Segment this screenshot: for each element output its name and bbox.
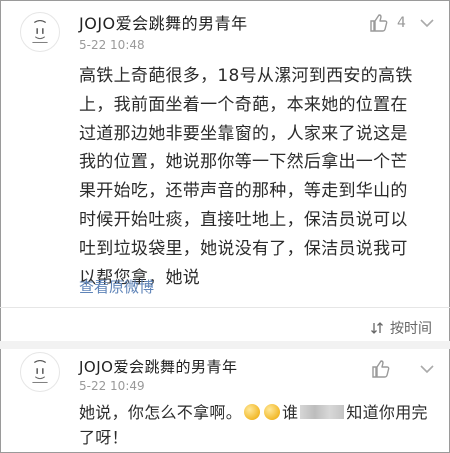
view-original-link[interactable]: 查看原微博 <box>79 276 154 297</box>
thumbs-up-icon <box>372 360 390 378</box>
comment-line: 高铁上奇葩很多，18号从漯河到西安的高铁 <box>79 66 413 86</box>
comment-body: 高铁上奇葩很多，18号从漯河到西安的高铁 上，我前面坐着一个奇葩，本来她的位置在… <box>79 62 439 292</box>
reply-like-button[interactable] <box>371 358 399 380</box>
reply-line: 了呀！ <box>79 428 128 447</box>
comment-line: 时候开始吐痰，直接吐地上，保洁员说可以 <box>79 209 408 230</box>
comment-line: 吐到垃圾袋里，她说没有了，保洁员说我可 <box>79 238 408 259</box>
reply-line: 她说，你怎么不拿啊。 谁 知道你用完 <box>79 400 439 425</box>
reply-text-part: 她说，你怎么不拿啊。 <box>79 403 243 422</box>
reply-body: 她说，你怎么不拿啊。 谁 知道你用完 了呀！ <box>79 400 439 450</box>
divider <box>0 307 450 308</box>
sort-by-time-button[interactable]: 按时间 <box>370 318 432 338</box>
comment-line: 果开始吃，还带声音的那种，等走到华山的 <box>79 181 408 202</box>
chevron-down-icon <box>420 365 434 374</box>
avatar[interactable] <box>20 12 60 52</box>
comment-line: 上，我前面坐着一个奇葩，本来她的位置在 <box>79 94 408 115</box>
like-button[interactable]: 4 <box>369 12 406 34</box>
more-button[interactable] <box>418 14 436 36</box>
sort-icon <box>371 322 383 334</box>
comment-line: 过道那边她非要坐靠窗的，人家来了说这是 <box>79 123 408 144</box>
sort-label: 按时间 <box>390 321 432 337</box>
thumbs-up-icon <box>370 14 388 32</box>
chevron-down-icon <box>420 19 434 28</box>
section-separator <box>0 341 450 349</box>
like-count: 4 <box>397 15 406 31</box>
redacted-mosaic <box>300 405 345 419</box>
reply-more-button[interactable] <box>418 360 436 382</box>
reply-avatar[interactable] <box>20 352 60 392</box>
coin-emoji-icon <box>244 404 261 420</box>
reply-timestamp: 5-22 10:49 <box>79 379 145 393</box>
reply-text-part: 知道你用完 <box>346 403 428 422</box>
reply-text-part: 谁 <box>282 403 299 422</box>
coin-emoji-icon <box>264 404 281 420</box>
comment-author[interactable]: JOJO爱会跳舞的男青年 <box>79 10 248 34</box>
reply-author[interactable]: JOJO爱会跳舞的男青年 <box>79 356 237 377</box>
comment-timestamp: 5-22 10:48 <box>79 38 145 52</box>
comment-line: 我的位置，她说那你等一下然后拿出一个芒 <box>79 152 408 173</box>
